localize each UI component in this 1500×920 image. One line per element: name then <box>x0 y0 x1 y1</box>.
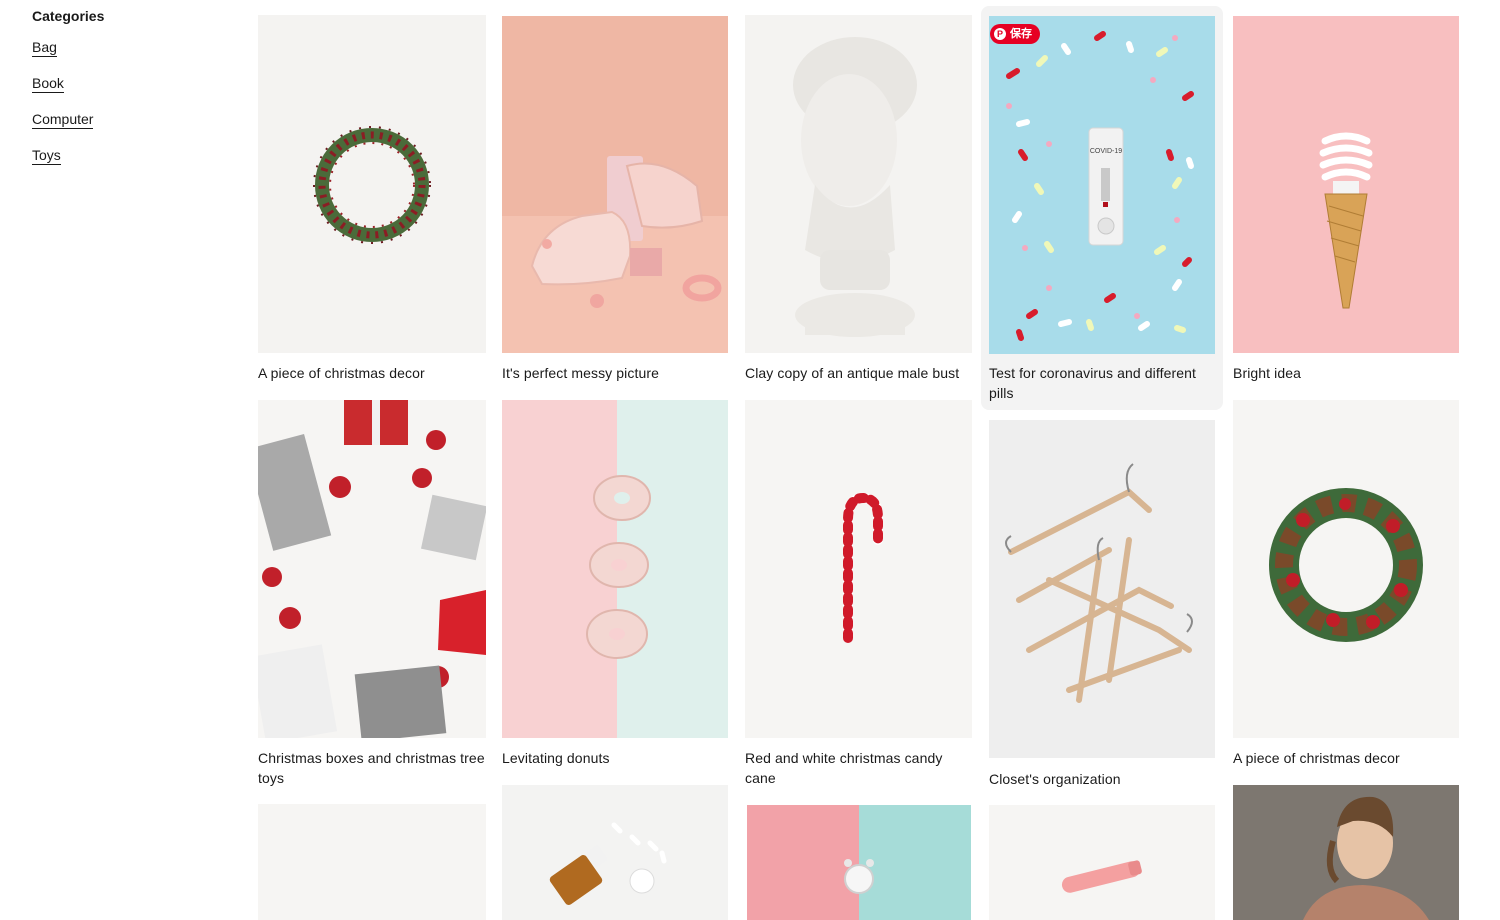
save-button[interactable]: P 保存 <box>990 24 1040 44</box>
product-image-covid-test[interactable]: COVID-19 <box>989 16 1215 354</box>
product-card[interactable]: A piece of christmas decor <box>258 15 486 385</box>
product-image-bulb-cone[interactable] <box>1233 16 1459 353</box>
product-card[interactable]: Levitating donuts <box>502 400 728 770</box>
product-card[interactable]: It's perfect messy picture <box>502 15 728 385</box>
product-image-pink-pen[interactable] <box>989 805 1215 920</box>
category-sidebar: Categories Bag Book Computer Toys <box>32 8 232 183</box>
product-card[interactable]: Clay copy of an antique male bust <box>745 15 972 385</box>
product-caption[interactable]: A piece of christmas decor <box>258 363 486 383</box>
product-image[interactable] <box>258 804 486 920</box>
product-caption[interactable]: Test for coronavirus and different pills <box>989 363 1217 403</box>
product-image-woman-portrait[interactable] <box>1233 785 1459 920</box>
product-caption[interactable]: Clay copy of an antique male bust <box>745 363 972 383</box>
category-link-book[interactable]: Book <box>32 75 232 93</box>
product-caption[interactable]: Red and white christmas candy cane <box>745 748 972 788</box>
product-image-alarm-clock[interactable] <box>747 805 971 920</box>
product-image-pinecone-wreath[interactable] <box>1233 400 1459 738</box>
product-card[interactable]: A piece of christmas decor <box>1233 400 1459 770</box>
product-caption[interactable]: Christmas boxes and christmas tree toys <box>258 748 486 788</box>
product-caption[interactable]: A piece of christmas decor <box>1233 748 1459 768</box>
product-card[interactable] <box>258 804 486 920</box>
product-card[interactable] <box>989 805 1215 920</box>
product-card[interactable] <box>1233 785 1459 920</box>
product-card[interactable]: Red and white christmas candy cane <box>745 400 972 792</box>
product-card-hovered[interactable]: COVID-19 P 保存 Test for coronavirus and d… <box>981 6 1223 410</box>
product-card[interactable]: Bright idea <box>1233 15 1459 385</box>
product-caption[interactable]: Bright idea <box>1233 363 1459 383</box>
product-image-gift-boxes[interactable] <box>258 400 486 738</box>
category-link-toys[interactable]: Toys <box>32 147 232 165</box>
category-link-bag[interactable]: Bag <box>32 39 232 57</box>
product-image-hangers[interactable] <box>989 420 1215 758</box>
product-card[interactable] <box>747 805 971 920</box>
sidebar-title: Categories <box>32 8 105 24</box>
pinterest-icon: P <box>994 28 1006 40</box>
save-button-label: 保存 <box>1010 28 1032 40</box>
product-image-pill-bottle[interactable] <box>502 785 728 920</box>
product-card[interactable]: Christmas boxes and christmas tree toys <box>258 400 486 792</box>
product-card[interactable] <box>502 785 728 920</box>
product-image-wreath[interactable] <box>258 15 486 353</box>
product-image-donuts[interactable] <box>502 400 728 738</box>
product-caption[interactable]: It's perfect messy picture <box>502 363 728 383</box>
product-image-candy-cane[interactable] <box>745 400 972 738</box>
product-card[interactable]: Closet's organization <box>989 420 1215 792</box>
covid-test-label: COVID-19 <box>1090 148 1122 155</box>
product-caption[interactable]: Closet's organization <box>989 769 1215 789</box>
product-image-bust[interactable] <box>745 15 972 353</box>
category-link-computer[interactable]: Computer <box>32 111 232 129</box>
product-caption[interactable]: Levitating donuts <box>502 748 728 768</box>
product-image-sneaker[interactable] <box>502 16 728 353</box>
